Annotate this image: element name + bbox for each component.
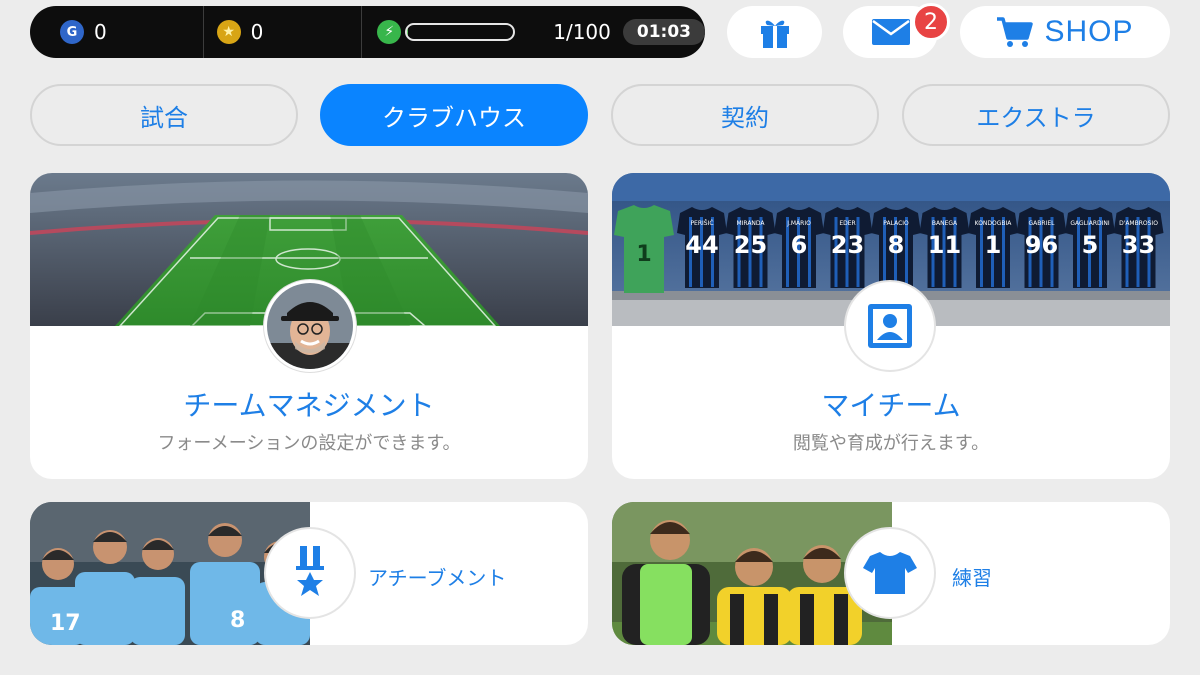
gold-coin-icon: ★	[216, 20, 241, 44]
jersey-name: D'AMBROSIO	[1119, 220, 1158, 227]
tab-extra[interactable]: エクストラ	[902, 84, 1170, 146]
goalkeeper-jersey-number: 1	[636, 242, 651, 267]
energy-meter: ⚡ 1/100 01:03	[362, 6, 705, 58]
energy-timer: 01:03	[622, 19, 705, 45]
team-management-subtitle: フォーメーションの設定ができます。	[157, 433, 461, 454]
manager-avatar-icon	[267, 283, 353, 369]
jersey-number: 1	[985, 231, 1002, 259]
jersey-name: EDER	[839, 220, 855, 227]
gift-icon	[760, 20, 789, 48]
energy-progress-bar	[405, 23, 516, 41]
jersey-name: J.MÁRIO	[786, 220, 811, 227]
energy-progress-fill	[407, 25, 409, 39]
training-label: 練習	[952, 566, 992, 590]
my-team-card[interactable]: 1 PERIŠIĆ 44 MIRANDA 25 J.MÁRIO 6 EDER 23 PALACIO…	[612, 173, 1170, 479]
jersey-number: 6	[791, 231, 808, 259]
envelope-icon	[871, 19, 910, 45]
jersey-number: 44	[685, 231, 718, 259]
my-team-title: マイチーム	[821, 389, 961, 422]
jersey-number: 5	[1082, 231, 1099, 259]
jersey-name: PERIŠIĆ	[690, 220, 713, 227]
jersey-name: GAGLIARDINI	[1070, 220, 1110, 227]
currency-bar: G 0 ★ 0 ⚡ 1/100 01:03	[30, 6, 705, 58]
team-management-card[interactable]: チームマネジメント フォーメーションの設定ができます。	[30, 173, 588, 479]
jersey-number: 25	[734, 231, 767, 259]
mail-badge: 2	[912, 3, 950, 41]
shirt-icon	[863, 552, 917, 594]
coin-value: 0	[250, 20, 264, 44]
tab-contract[interactable]: 契約	[611, 84, 879, 146]
coin-balance: ★ 0	[204, 6, 363, 58]
jersey-name: MIRANDA	[736, 220, 765, 227]
cart-icon	[997, 17, 1034, 47]
jersey-number: 23	[831, 231, 864, 259]
team-management-title: チームマネジメント	[183, 389, 435, 422]
energy-count: 1/100	[553, 20, 611, 44]
shirt-circle	[844, 527, 936, 619]
gp-value: 0	[94, 20, 107, 44]
profile-card-circle	[844, 280, 936, 372]
gp-coin-icon: G	[60, 20, 84, 44]
jersey-name: BANEGA	[932, 220, 958, 227]
achievement-card[interactable]: 17 8 アチーブメント	[30, 502, 588, 645]
jersey-name: KONDOGBIA	[975, 220, 1013, 227]
profile-card-icon	[868, 304, 912, 348]
gift-button[interactable]	[727, 6, 822, 58]
jersey-number: 33	[1122, 231, 1155, 259]
jersey-name: GABRIEL	[1029, 220, 1056, 227]
shop-button[interactable]: SHOP	[960, 6, 1170, 58]
jersey-number: 96	[1025, 231, 1058, 259]
jersey-number: 11	[928, 231, 961, 259]
medal-circle	[264, 527, 356, 619]
my-team-subtitle: 閲覧や育成が行えます。	[792, 433, 990, 454]
medal-icon	[296, 546, 324, 596]
lightning-icon: ⚡	[377, 20, 402, 44]
manager-avatar	[264, 280, 356, 372]
jersey-name: PALACIO	[883, 220, 909, 227]
gp-balance: G 0	[30, 6, 204, 58]
training-card[interactable]: 練習	[612, 502, 1170, 645]
shop-label: SHOP	[1044, 15, 1134, 48]
svg-text:8: 8	[230, 608, 245, 633]
tab-match[interactable]: 試合	[30, 84, 298, 146]
tab-clubhouse[interactable]: クラブハウス	[320, 84, 588, 146]
jersey-number: 8	[888, 231, 905, 259]
achievement-label: アチーブメント	[368, 566, 507, 590]
svg-text:17: 17	[50, 611, 81, 636]
